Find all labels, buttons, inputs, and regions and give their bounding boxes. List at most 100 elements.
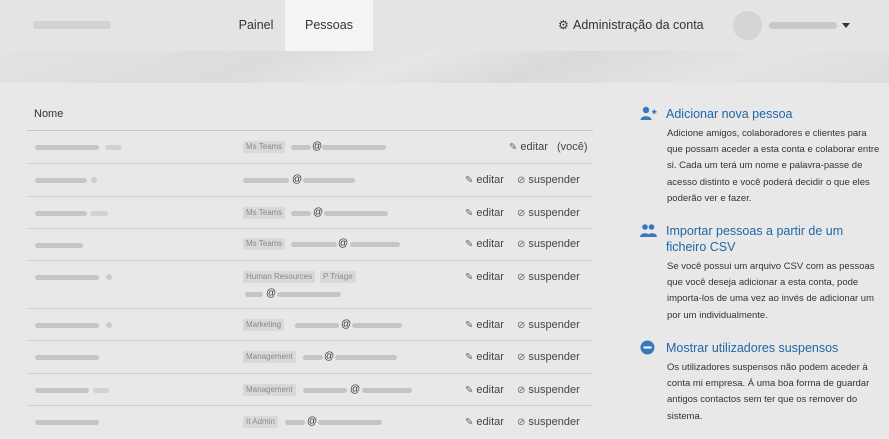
group-tag: Human Resources	[243, 271, 316, 283]
edit-button[interactable]: ✎ editar	[509, 141, 548, 154]
show-suspended-users-link[interactable]: Mostrar utilizadores suspensos	[640, 340, 880, 356]
edit-label: editar	[476, 207, 504, 219]
suspend-button[interactable]: ⊘ suspender	[517, 271, 580, 284]
table-row: Management @ ✎ editar ⊘ suspender	[27, 341, 593, 374]
email-at: @	[350, 384, 361, 395]
edit-label: editar	[476, 271, 504, 283]
suspend-label: suspender	[528, 238, 580, 250]
suspend-button[interactable]: ⊘ suspender	[517, 319, 580, 332]
person-name	[35, 355, 99, 360]
edit-button[interactable]: ✎ editar	[465, 271, 504, 284]
edit-label: editar	[476, 351, 504, 363]
edit-button[interactable]: ✎ editar	[465, 416, 504, 429]
person-name	[35, 145, 99, 150]
chevron-down-icon[interactable]	[842, 23, 850, 28]
email-at: @	[312, 141, 323, 152]
column-header-name: Nome	[27, 98, 593, 131]
person-name	[35, 243, 83, 248]
table-row: Ms Teams @ ✎ editar ⊘ suspender	[27, 197, 593, 229]
ban-icon: ⊘	[517, 320, 526, 331]
suspend-label: suspender	[528, 351, 580, 363]
email-domain	[303, 178, 355, 183]
group-tag: Management	[243, 384, 296, 396]
group-tag: Ms Teams	[243, 141, 286, 153]
minus-circle-icon	[640, 340, 657, 355]
email-domain	[352, 323, 402, 328]
person-name	[35, 420, 99, 425]
email-domain	[350, 242, 400, 247]
edit-button[interactable]: ✎ editar	[465, 384, 504, 397]
company-logo[interactable]	[33, 21, 111, 29]
edit-button[interactable]: ✎ editar	[465, 207, 504, 220]
user-name[interactable]	[769, 22, 837, 29]
suspend-button[interactable]: ⊘ suspender	[517, 174, 580, 187]
tab-painel[interactable]: Painel	[227, 0, 285, 51]
ban-icon: ⊘	[517, 208, 526, 219]
email-at: @	[307, 416, 318, 427]
suspend-button[interactable]: ⊘ suspender	[517, 351, 580, 364]
person-name	[35, 323, 99, 328]
top-navigation-bar: Painel Pessoas ⚙ Administração da conta	[0, 0, 889, 51]
email-user	[291, 145, 311, 150]
email-at: @	[324, 351, 335, 362]
group-tag: Management	[243, 351, 296, 363]
ban-icon: ⊘	[517, 417, 526, 428]
import-csv-description: Se você possui um arquivo CSV com as pes…	[667, 261, 875, 321]
suspend-button[interactable]: ⊘ suspender	[517, 384, 580, 397]
users-icon	[640, 223, 657, 238]
email-user	[245, 292, 263, 297]
suspend-label: suspender	[528, 174, 580, 186]
email-user	[303, 355, 323, 360]
edit-button[interactable]: ✎ editar	[465, 174, 504, 187]
group-tag: It Admin	[243, 416, 278, 428]
suspend-button[interactable]: ⊘ suspender	[517, 416, 580, 429]
account-admin-link[interactable]: ⚙ Administração da conta	[558, 0, 704, 51]
edit-label: editar	[476, 416, 504, 428]
pencil-icon: ✎	[465, 320, 474, 331]
edit-button[interactable]: ✎ editar	[465, 351, 504, 364]
edit-label: editar	[476, 384, 504, 396]
ban-icon: ⊘	[517, 352, 526, 363]
email-user	[295, 323, 339, 328]
people-table: Nome Ms Teams @ ✎ editar (você) @ ✎ editar…	[27, 98, 593, 438]
table-row: @ ✎ editar ⊘ suspender	[27, 164, 593, 197]
person-name	[35, 178, 87, 183]
group-tag: Ms Teams	[243, 207, 286, 219]
person-name	[35, 275, 99, 280]
email-domain	[322, 145, 386, 150]
ban-icon: ⊘	[517, 385, 526, 396]
add-person-section: Adicionar nova pessoa Adicione amigos, c…	[640, 106, 880, 207]
suspend-label: suspender	[528, 207, 580, 219]
suspend-button[interactable]: ⊘ suspender	[517, 207, 580, 220]
email-at: @	[292, 174, 303, 185]
person-name-extra	[106, 322, 112, 328]
person-name	[35, 388, 89, 393]
suspend-button[interactable]: ⊘ suspender	[517, 238, 580, 251]
email-domain	[362, 388, 412, 393]
person-name-extra	[93, 388, 109, 393]
add-person-link[interactable]: Adicionar nova pessoa	[640, 106, 880, 122]
group-tag: P Triage	[320, 271, 356, 283]
pencil-icon: ✎	[465, 208, 474, 219]
suspend-label: suspender	[528, 416, 580, 428]
edit-label: editar	[476, 174, 504, 186]
edit-label: editar	[520, 141, 548, 153]
table-row: Marketing @ ✎ editar ⊘ suspender	[27, 309, 593, 341]
edit-button[interactable]: ✎ editar	[465, 238, 504, 251]
import-csv-link[interactable]: Importar pessoas a partir de um ficheiro…	[640, 223, 880, 255]
edit-button[interactable]: ✎ editar	[465, 319, 504, 332]
ban-icon: ⊘	[517, 272, 526, 283]
add-person-description: Adicione amigos, colaboradores e cliente…	[667, 128, 880, 204]
email-user	[243, 178, 289, 183]
ban-icon: ⊘	[517, 175, 526, 186]
tab-pessoas[interactable]: Pessoas	[285, 0, 373, 51]
pencil-icon: ✎	[465, 352, 474, 363]
edit-label: editar	[476, 238, 504, 250]
person-name-extra	[106, 274, 112, 280]
email-domain	[324, 211, 388, 216]
email-at: @	[338, 238, 349, 249]
suspend-label: suspender	[528, 319, 580, 331]
page-banner	[0, 51, 889, 83]
avatar[interactable]	[733, 11, 762, 40]
pencil-icon: ✎	[465, 272, 474, 283]
